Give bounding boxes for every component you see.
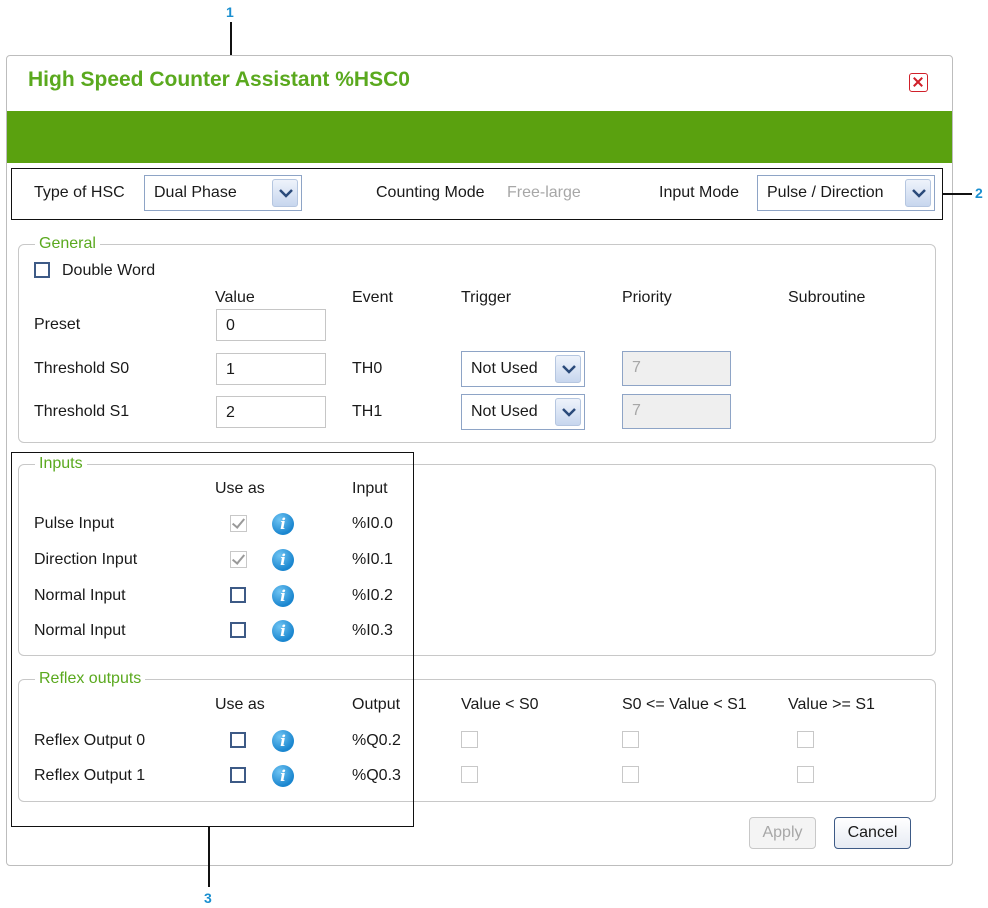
callout-1: 1	[226, 4, 234, 20]
double-word-checkbox[interactable]	[34, 262, 50, 278]
header-priority: Priority	[622, 289, 672, 306]
reflex-output-1-lt-s0-checkbox	[461, 766, 478, 783]
preset-label: Preset	[34, 316, 81, 333]
preset-value: 0	[226, 317, 235, 334]
chevron-down-icon[interactable]	[555, 398, 581, 426]
header-event: Event	[352, 289, 393, 306]
reflex-header-value-lt-s0: Value < S0	[461, 696, 539, 713]
threshold-s0-event: TH0	[352, 360, 383, 377]
type-of-hsc-label: Type of HSC	[34, 184, 125, 201]
input-mode-label: Input Mode	[659, 184, 740, 201]
threshold-s0-trigger-select[interactable]: Not Used	[461, 351, 585, 387]
callout-3: 3	[204, 890, 212, 906]
threshold-s1-priority-value: 7	[632, 402, 641, 419]
threshold-s1-value: 2	[226, 404, 235, 421]
dialog-title: High Speed Counter Assistant %HSC0	[28, 68, 410, 91]
chevron-down-icon[interactable]	[905, 179, 931, 207]
type-of-hsc-value: Dual Phase	[154, 184, 237, 201]
reflex-header-between: S0 <= Value < S1	[622, 696, 747, 713]
threshold-s0-trigger-value: Not Used	[471, 360, 538, 377]
preset-input[interactable]: 0	[216, 309, 326, 341]
header-banner	[7, 111, 952, 163]
general-legend: General	[35, 235, 100, 253]
reflex-output-0-between-checkbox	[622, 731, 639, 748]
threshold-s0-value: 1	[226, 361, 235, 378]
header-subroutine: Subroutine	[788, 289, 866, 306]
reflex-output-1-ge-s1-checkbox	[797, 766, 814, 783]
header-trigger: Trigger	[461, 289, 512, 306]
reflex-output-0-lt-s0-checkbox	[461, 731, 478, 748]
input-mode-select[interactable]: Pulse / Direction	[757, 175, 935, 211]
threshold-s1-trigger-select[interactable]: Not Used	[461, 394, 585, 430]
callout-3-box	[11, 452, 414, 827]
reflex-output-1-between-checkbox	[622, 766, 639, 783]
input-mode-value: Pulse / Direction	[767, 184, 884, 201]
callout-2-leader	[943, 193, 972, 195]
threshold-s1-label: Threshold S1	[34, 403, 130, 420]
threshold-s0-label: Threshold S0	[34, 360, 130, 377]
header-value: Value	[215, 289, 255, 306]
close-icon[interactable]	[909, 73, 928, 92]
threshold-s1-trigger-value: Not Used	[471, 403, 538, 420]
counting-mode-value: Free-large	[507, 184, 581, 201]
threshold-s0-priority-input: 7	[622, 351, 731, 386]
double-word-label: Double Word	[62, 262, 156, 279]
callout-2: 2	[975, 185, 983, 201]
type-of-hsc-select[interactable]: Dual Phase	[144, 175, 302, 211]
apply-button[interactable]: Apply	[749, 817, 816, 849]
threshold-s1-input[interactable]: 2	[216, 396, 326, 428]
cancel-button[interactable]: Cancel	[834, 817, 911, 849]
callout-3-leader	[208, 827, 210, 887]
threshold-s0-input[interactable]: 1	[216, 353, 326, 385]
reflex-output-0-ge-s1-checkbox	[797, 731, 814, 748]
chevron-down-icon[interactable]	[272, 179, 298, 207]
threshold-s1-event: TH1	[352, 403, 383, 420]
threshold-s0-priority-value: 7	[632, 359, 641, 376]
reflex-header-value-ge-s1: Value >= S1	[788, 696, 875, 713]
counting-mode-label: Counting Mode	[376, 184, 485, 201]
threshold-s1-priority-input: 7	[622, 394, 731, 429]
chevron-down-icon[interactable]	[555, 355, 581, 383]
